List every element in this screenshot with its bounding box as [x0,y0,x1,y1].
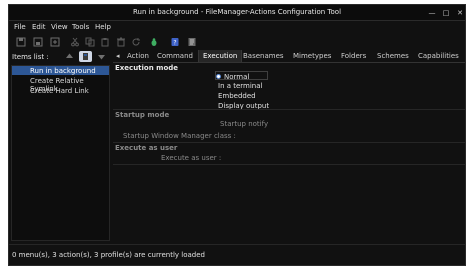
tab-command[interactable]: Command [157,52,193,60]
svg-text:?: ? [173,40,176,47]
new-profile-icon[interactable] [50,37,60,47]
divider [113,142,465,143]
tab-action[interactable]: Action [127,52,149,60]
radio-embedded-label: Embedded [218,92,256,100]
new-action-icon[interactable] [33,37,43,47]
toolbar: ? [9,34,465,50]
paste-icon[interactable] [100,37,110,47]
menu-tools[interactable]: Tools [72,23,89,31]
delete-icon[interactable] [116,37,126,47]
radio-selected-icon [216,74,221,79]
menu-view[interactable]: View [51,23,68,31]
list-item[interactable]: Run in background [12,66,109,75]
divider [113,164,465,165]
maximize-icon[interactable]: □ [441,8,451,18]
reload-icon[interactable] [131,37,141,47]
menu-edit[interactable]: Edit [32,23,46,31]
items-tree[interactable]: Run in background Create Relative Symlin… [11,65,110,241]
list-item-label: Create Hard Link [30,87,89,95]
window-title: Run in background - FileManager-Actions … [132,8,342,16]
tab-bar: ◂ Action Command Execution Basenames Mim… [113,50,465,62]
execution-tab-content: Execution mode Normal In a terminal Embe… [113,62,465,245]
up-arrow-icon[interactable] [63,51,76,62]
tab-capabilities[interactable]: Capabilities [418,52,459,60]
app-window: Run in background - FileManager-Actions … [8,4,466,266]
radio-normal-label: Normal [224,73,250,81]
close-icon[interactable]: ✕ [455,8,465,18]
list-item-label: Run in background [30,67,96,75]
bug-icon[interactable] [149,37,159,47]
menu-file[interactable]: File [14,23,26,31]
help-book-icon[interactable]: ? [170,37,180,47]
radio-in-terminal-label: In a terminal [218,82,263,90]
about-icon[interactable] [187,37,197,47]
startup-notify-checkbox[interactable]: Startup notify [220,120,268,128]
status-text: 0 menu(s), 3 action(s), 3 profile(s) are… [12,251,205,259]
status-bar: 0 menu(s), 3 action(s), 3 profile(s) are… [9,244,465,265]
tab-mimetypes[interactable]: Mimetypes [293,52,331,60]
new-menu-icon[interactable] [16,37,26,47]
tab-schemes[interactable]: Schemes [377,52,409,60]
items-panel: Items list : Run in background Create Re… [9,50,111,244]
tab-folders[interactable]: Folders [341,52,366,60]
title-bar[interactable]: Run in background - FileManager-Actions … [9,5,465,21]
radio-normal[interactable]: Normal [215,71,268,81]
startup-wm-class-label: Startup Window Manager class : [123,132,236,140]
sort-icon[interactable] [79,51,92,62]
execution-mode-title: Execution mode [115,64,179,72]
execute-as-user-label: Execute as user : [161,154,222,162]
menu-bar: File Edit View Tools Help [9,21,465,33]
down-arrow-icon[interactable] [95,51,108,62]
tab-execution[interactable]: Execution [198,50,243,62]
items-list-label: Items list : [12,53,49,61]
tabs-scroll-left-icon[interactable]: ◂ [116,52,120,60]
tab-basenames[interactable]: Basenames [243,52,284,60]
list-item[interactable]: Create Relative Symlink [12,76,109,93]
divider [113,109,465,110]
execute-as-user-title: Execute as user [115,144,178,152]
menu-help[interactable]: Help [95,23,111,31]
copy-icon[interactable] [85,37,95,47]
startup-mode-title: Startup mode [115,111,170,119]
list-item[interactable]: Create Hard Link [12,86,109,95]
cut-icon[interactable] [70,37,80,47]
minimize-icon[interactable]: — [427,8,437,18]
